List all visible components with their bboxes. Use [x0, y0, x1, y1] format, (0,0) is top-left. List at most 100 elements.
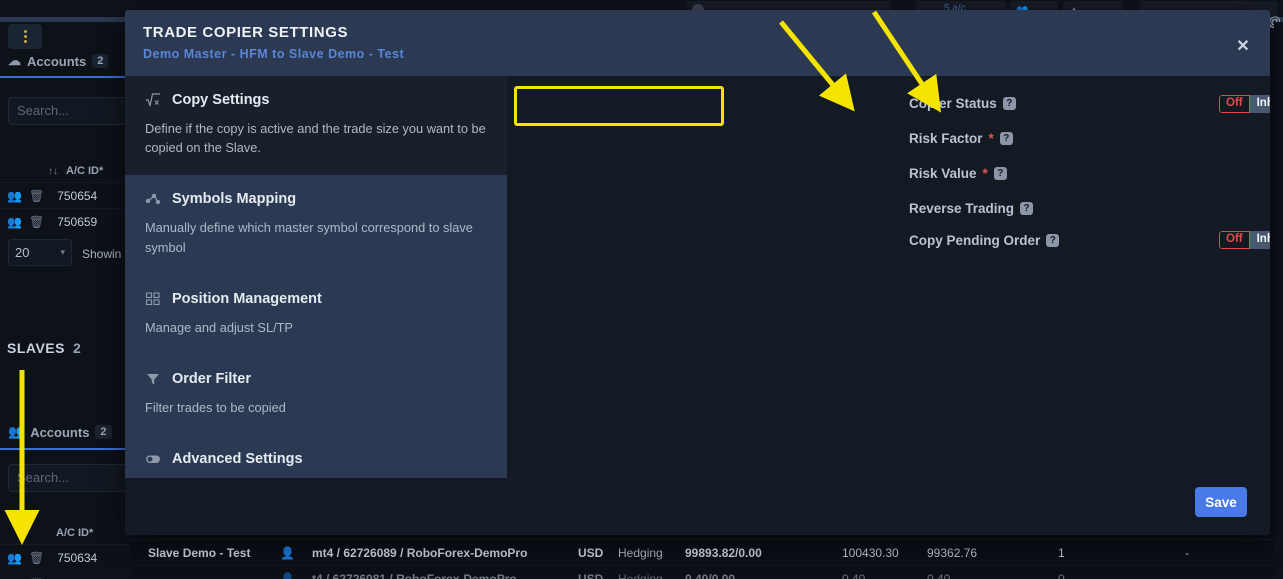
copier-status-label-text: Copier Status: [909, 96, 997, 111]
copier-status-segmented-control[interactable]: Off Inherited On Open Only Close Only: [1219, 95, 1270, 113]
table-row[interactable]: 👥 🗑 750634: [0, 570, 130, 579]
settings-sidebar: Copy Settings Define if the copy is acti…: [125, 76, 507, 495]
modal-body: Copy Settings Define if the copy is acti…: [125, 76, 1270, 495]
modal-header: TRADE COPIER SETTINGS Demo Master - HFM …: [125, 10, 1270, 76]
masters-column-header: ↑↓ A/C ID*: [0, 160, 130, 182]
row-col8: 1: [1058, 545, 1065, 560]
row-currency: USD: [578, 545, 604, 560]
table-row[interactable]: 👥 🗑 750634: [0, 544, 130, 570]
reverse-trading-label: Reverse Trading ?: [909, 201, 1034, 216]
sidebar-item-copy-settings[interactable]: Copy Settings Define if the copy is acti…: [125, 76, 507, 176]
chevron-down-icon: ▾: [60, 247, 65, 257]
required-marker: *: [988, 131, 994, 146]
masters-per-page-select[interactable]: 20 ▾: [8, 239, 72, 266]
trash-icon[interactable]: 🗑: [29, 215, 44, 229]
kebab-dots-icon: [23, 29, 27, 44]
sidebar-item-label: Symbols Mapping: [172, 191, 297, 208]
sidebar-item-label: Copy Settings: [172, 92, 270, 108]
row-mode: Hedging: [618, 545, 663, 560]
row-col7: 99362.76: [927, 545, 978, 560]
briefcase-icon: ☁: [8, 53, 21, 68]
page-title: TRADE COPIER SETTINGS: [143, 24, 349, 41]
account-id: 750659: [57, 214, 98, 229]
slaves-section-title: SLAVES 2: [7, 340, 81, 356]
sidebar-item-head: Position Management: [145, 291, 487, 307]
copy-pending-order-label-text: Copy Pending Order: [909, 233, 1041, 248]
slaves-title-label: SLAVES: [7, 340, 65, 356]
sidebar-item-description: Manually define which master symbol corr…: [145, 220, 473, 255]
masters-search-input[interactable]: Search...: [8, 97, 133, 125]
help-icon[interactable]: ?: [1002, 97, 1016, 110]
row-platform: mt4 / 62726089 / RoboForex-DemoPro: [312, 545, 528, 560]
sidebar-item-head: Order Filter: [145, 371, 487, 387]
sidebar-item-head: Symbols Mapping: [145, 191, 487, 207]
modal-footer: Save: [125, 478, 1270, 535]
copier-status-label: Copier Status ?: [909, 96, 1016, 111]
table-row[interactable]: Slave Demo - Test 👤 mt4 / 62726089 / Rob…: [130, 539, 1283, 565]
required-marker: *: [982, 166, 988, 181]
risk-value-label: Risk Value * ?: [909, 166, 1007, 181]
sidebar-item-label: Advanced Settings: [172, 451, 303, 468]
slaves-tab-label: Accounts: [30, 424, 90, 440]
slaves-count: 2: [72, 340, 82, 356]
masters-showing-text: Showin: [82, 247, 122, 261]
per-page-value: 20: [15, 245, 30, 260]
modal-subtitle: Demo Master - HFM to Slave Demo - Test: [143, 47, 405, 61]
grid-icon: [145, 291, 161, 307]
row-currency: USD: [578, 571, 604, 579]
copy-pending-order-segmented-control[interactable]: Off Inherited On: [1219, 231, 1270, 249]
form-row-copy-pending-order: Copy Pending Order ? Off Inherited On: [507, 226, 1270, 260]
user-gear-icon: 👤: [280, 545, 295, 560]
sidebar-item-head: Advanced Settings: [145, 451, 487, 467]
row-col9: -: [1185, 571, 1189, 579]
sidebar-item-description: Manage and adjust SL/TP: [145, 319, 293, 335]
slaves-column-label: A/C ID*: [56, 527, 94, 539]
help-icon[interactable]: ?: [999, 132, 1013, 145]
trash-icon[interactable]: 🗑: [29, 189, 44, 203]
copy-pending-order-option-off[interactable]: Off: [1219, 231, 1250, 249]
users-gear-icon[interactable]: 👥: [7, 189, 22, 203]
form-row-copier-status: Copier Status ? Off Inherited On Open On…: [507, 92, 1270, 126]
form-row-risk-factor: Risk Factor* ? Auto Risk (Balance) ∨: [507, 124, 1270, 158]
row-mode: Hedging: [618, 571, 663, 579]
close-icon[interactable]: ✕: [1232, 36, 1254, 58]
slaves-search-input[interactable]: Search...: [8, 464, 133, 492]
help-icon[interactable]: ?: [993, 167, 1007, 180]
help-icon[interactable]: ?: [1046, 234, 1060, 247]
sidebar-item-position-management[interactable]: Position Management Manage and adjust SL…: [125, 275, 507, 355]
masters-tab-accounts[interactable]: ☁ Accounts 2: [0, 46, 130, 76]
masters-column-label: A/C ID*: [66, 165, 104, 177]
toggle-icon: [145, 451, 161, 467]
slaves-tab-underline: [0, 448, 130, 450]
row-col8: 0: [1058, 571, 1065, 579]
row-col9: -: [1185, 545, 1189, 560]
copier-status-option-inherited[interactable]: Inherited: [1249, 95, 1270, 113]
sidebar-item-symbols-mapping[interactable]: Symbols Mapping Manually define which ma…: [125, 175, 507, 274]
help-icon[interactable]: ?: [1020, 202, 1034, 215]
masters-tab-count: 2: [92, 54, 109, 68]
save-button[interactable]: Save: [1195, 487, 1247, 517]
slaves-tab-count: 2: [95, 425, 112, 439]
account-id: 750654: [57, 188, 98, 203]
table-row[interactable]: 👥 🗑 750659: [0, 208, 130, 234]
sidebar-item-head: Copy Settings: [145, 92, 487, 108]
risk-factor-label-text: Risk Factor: [909, 131, 983, 146]
row-col6: 0.40: [842, 571, 866, 579]
sidebar-item-order-filter[interactable]: Order Filter Filter trades to be copied: [125, 355, 507, 435]
users-gear-icon[interactable]: 👥: [7, 551, 22, 565]
row-col6: 100430.30: [842, 545, 899, 560]
row-platform: t4 / 62726081 / RoboForex-DemoPro: [312, 571, 517, 579]
table-row[interactable]: 👥 🗑 750654: [0, 182, 130, 208]
page-scrollbar[interactable]: [1274, 22, 1283, 579]
table-row[interactable]: 👤 t4 / 62726081 / RoboForex-DemoPro USD …: [130, 565, 1283, 579]
trash-icon[interactable]: 🗑: [29, 551, 44, 565]
masters-tab-underline: [0, 76, 130, 78]
sort-icon[interactable]: ↑↓: [48, 166, 58, 177]
copy-pending-order-option-inherited[interactable]: Inherited: [1249, 231, 1270, 249]
form-row-reverse-trading: Reverse Trading ?: [507, 194, 1270, 228]
row-balance-equity: 99893.82/0.00: [685, 545, 762, 560]
funnel-icon: [145, 371, 161, 387]
users-gear-icon[interactable]: 👥: [7, 215, 22, 229]
copier-status-option-off[interactable]: Off: [1219, 95, 1250, 113]
slaves-tab-accounts[interactable]: 👥 Accounts 2: [0, 417, 130, 447]
